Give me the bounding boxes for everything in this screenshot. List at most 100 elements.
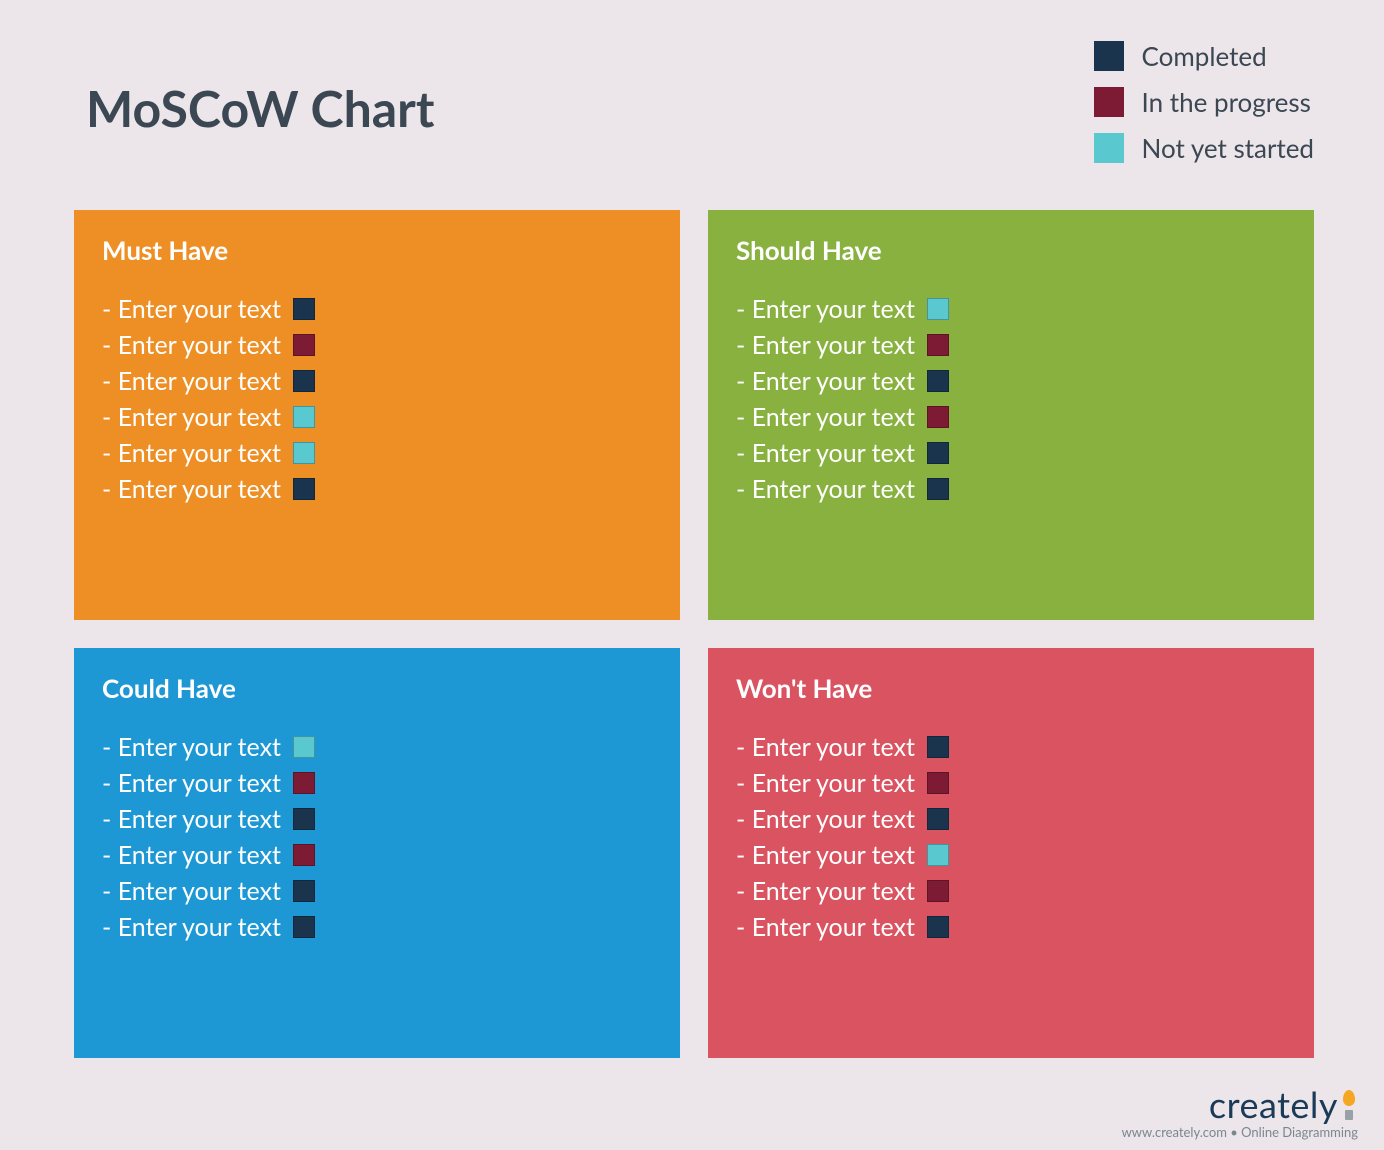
status-icon (927, 406, 949, 428)
item-text: - Enter your text (102, 912, 281, 942)
list-item[interactable]: - Enter your text (736, 294, 1286, 324)
list-item[interactable]: - Enter your text (102, 366, 652, 396)
brand-name: creately (1209, 1082, 1338, 1126)
item-list: - Enter your text - Enter your text - En… (102, 732, 652, 942)
list-item[interactable]: - Enter your text (102, 840, 652, 870)
status-icon (293, 772, 315, 794)
legend-label: Not yet started (1142, 132, 1314, 164)
item-text: - Enter your text (102, 438, 281, 468)
list-item[interactable]: - Enter your text (102, 474, 652, 504)
quadrant-title: Could Have (102, 672, 652, 704)
status-icon (927, 298, 949, 320)
quadrant-should-have[interactable]: Should Have - Enter your text - Enter yo… (708, 210, 1314, 620)
legend-label: Completed (1142, 40, 1267, 72)
status-icon (927, 478, 949, 500)
status-icon (293, 298, 315, 320)
list-item[interactable]: - Enter your text (736, 474, 1286, 504)
item-text: - Enter your text (102, 366, 281, 396)
list-item[interactable]: - Enter your text (736, 804, 1286, 834)
item-text: - Enter your text (736, 840, 915, 870)
item-text: - Enter your text (102, 804, 281, 834)
status-icon (293, 916, 315, 938)
list-item[interactable]: - Enter your text (736, 912, 1286, 942)
diagram-canvas: MoSCoW Chart Completed In the progress N… (0, 0, 1384, 1150)
status-icon (927, 370, 949, 392)
quadrant-must-have[interactable]: Must Have - Enter your text - Enter your… (74, 210, 680, 620)
status-icon (927, 736, 949, 758)
quadrant-wont-have[interactable]: Won't Have - Enter your text - Enter you… (708, 648, 1314, 1058)
item-text: - Enter your text (102, 768, 281, 798)
item-text: - Enter your text (102, 840, 281, 870)
list-item[interactable]: - Enter your text (102, 912, 652, 942)
list-item[interactable]: - Enter your text (736, 366, 1286, 396)
quadrant-title: Should Have (736, 234, 1286, 266)
legend-item-not-started: Not yet started (1094, 132, 1314, 164)
list-item[interactable]: - Enter your text (736, 438, 1286, 468)
status-icon (927, 880, 949, 902)
status-icon (927, 844, 949, 866)
item-text: - Enter your text (102, 402, 281, 432)
status-icon (293, 478, 315, 500)
item-text: - Enter your text (102, 294, 281, 324)
item-text: - Enter your text (736, 768, 915, 798)
item-text: - Enter your text (102, 732, 281, 762)
footer: creately www.creately.com • Online Diagr… (1122, 1082, 1358, 1140)
list-item[interactable]: - Enter your text (102, 804, 652, 834)
item-text: - Enter your text (736, 402, 915, 432)
quadrant-title: Won't Have (736, 672, 1286, 704)
list-item[interactable]: - Enter your text (102, 294, 652, 324)
status-icon (927, 334, 949, 356)
item-text: - Enter your text (736, 294, 915, 324)
legend: Completed In the progress Not yet starte… (1094, 40, 1314, 164)
list-item[interactable]: - Enter your text (736, 840, 1286, 870)
brand-tagline: www.creately.com • Online Diagramming (1122, 1124, 1358, 1140)
status-icon (293, 406, 315, 428)
status-icon (293, 736, 315, 758)
status-icon (293, 880, 315, 902)
item-text: - Enter your text (102, 474, 281, 504)
item-text: - Enter your text (736, 732, 915, 762)
item-list: - Enter your text - Enter your text - En… (102, 294, 652, 504)
list-item[interactable]: - Enter your text (736, 402, 1286, 432)
item-text: - Enter your text (736, 912, 915, 942)
list-item[interactable]: - Enter your text (102, 768, 652, 798)
list-item[interactable]: - Enter your text (736, 768, 1286, 798)
moscow-grid: Must Have - Enter your text - Enter your… (74, 210, 1314, 1058)
list-item[interactable]: - Enter your text (736, 876, 1286, 906)
status-swatch-in-progress (1094, 87, 1124, 117)
list-item[interactable]: - Enter your text (102, 330, 652, 360)
item-list: - Enter your text - Enter your text - En… (736, 732, 1286, 942)
item-text: - Enter your text (736, 330, 915, 360)
quadrant-title: Must Have (102, 234, 652, 266)
status-swatch-not-started (1094, 133, 1124, 163)
list-item[interactable]: - Enter your text (102, 438, 652, 468)
status-icon (927, 772, 949, 794)
status-icon (293, 442, 315, 464)
status-icon (927, 916, 949, 938)
item-text: - Enter your text (736, 876, 915, 906)
page-title: MoSCoW Chart (86, 78, 434, 138)
quadrant-could-have[interactable]: Could Have - Enter your text - Enter you… (74, 648, 680, 1058)
list-item[interactable]: - Enter your text (736, 330, 1286, 360)
item-text: - Enter your text (102, 330, 281, 360)
list-item[interactable]: - Enter your text (102, 876, 652, 906)
legend-item-in-progress: In the progress (1094, 86, 1314, 118)
legend-item-completed: Completed (1094, 40, 1314, 72)
item-list: - Enter your text - Enter your text - En… (736, 294, 1286, 504)
status-icon (293, 808, 315, 830)
status-icon (293, 334, 315, 356)
status-icon (293, 844, 315, 866)
list-item[interactable]: - Enter your text (102, 402, 652, 432)
status-icon (927, 442, 949, 464)
status-swatch-completed (1094, 41, 1124, 71)
brand-logo: creately (1122, 1082, 1358, 1126)
item-text: - Enter your text (736, 366, 915, 396)
item-text: - Enter your text (736, 438, 915, 468)
legend-label: In the progress (1142, 86, 1311, 118)
item-text: - Enter your text (736, 804, 915, 834)
lightbulb-icon (1340, 1090, 1358, 1120)
list-item[interactable]: - Enter your text (736, 732, 1286, 762)
item-text: - Enter your text (102, 876, 281, 906)
item-text: - Enter your text (736, 474, 915, 504)
list-item[interactable]: - Enter your text (102, 732, 652, 762)
